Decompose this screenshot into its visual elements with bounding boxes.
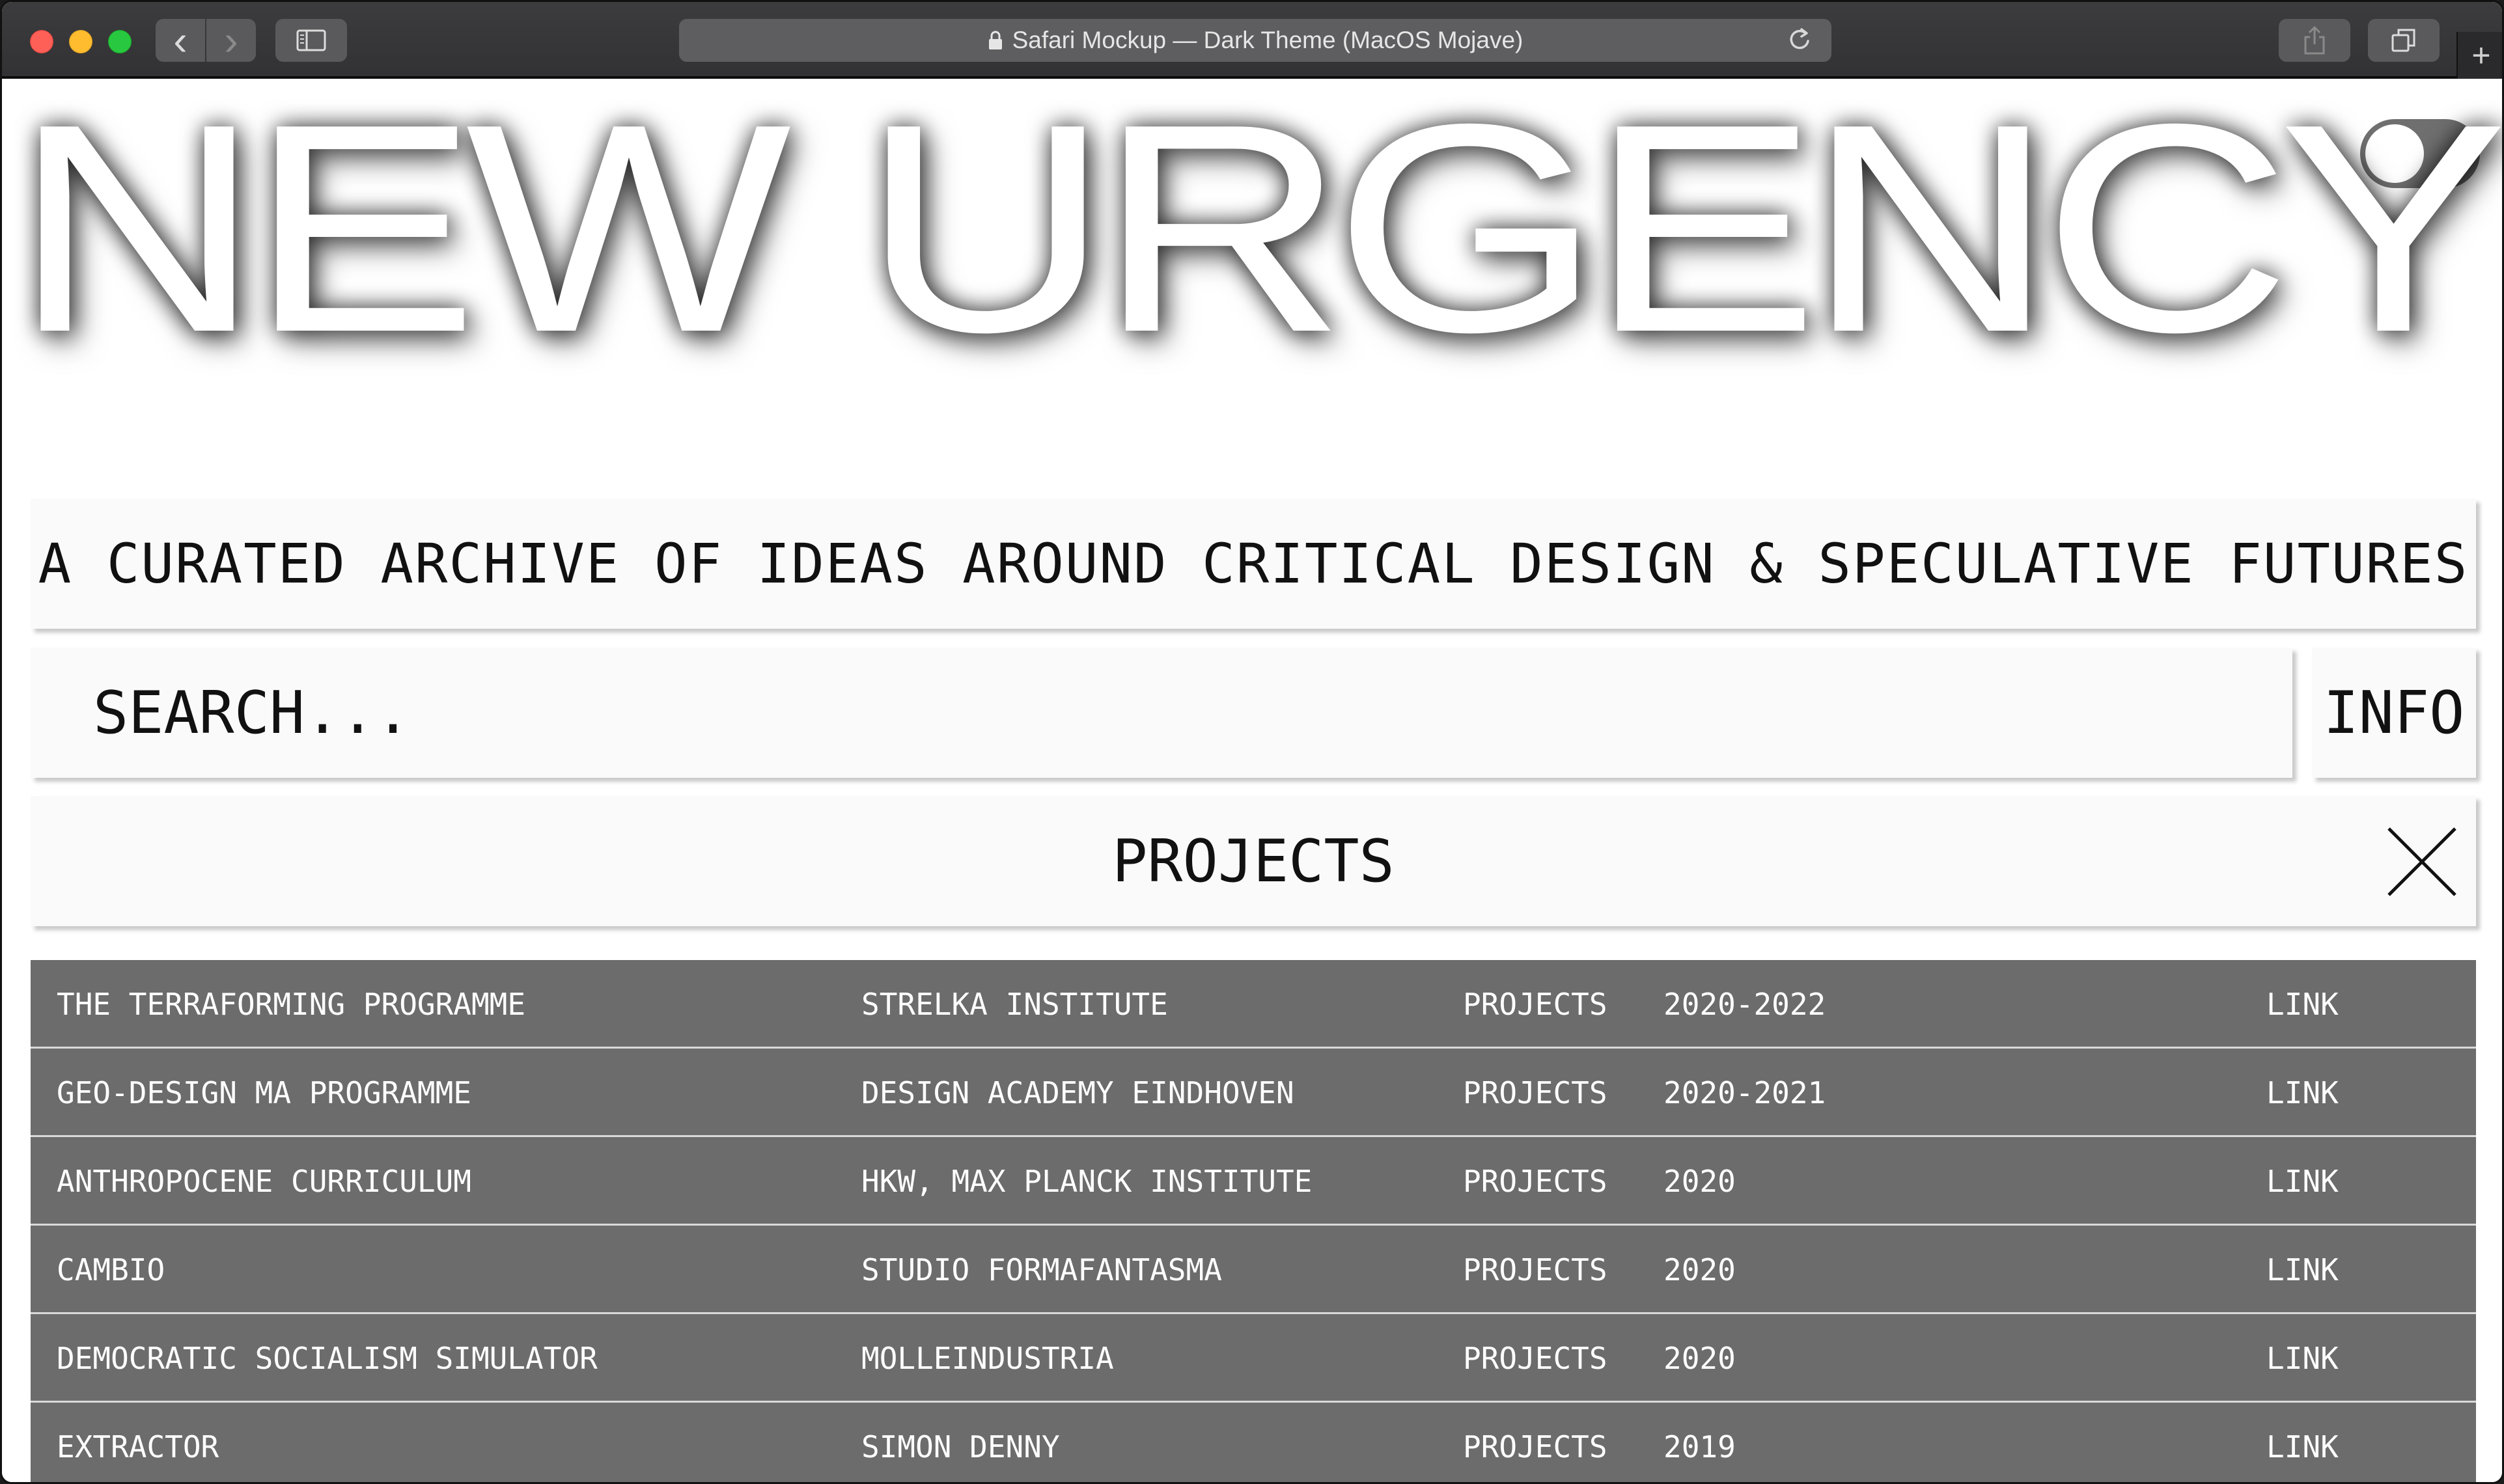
chevron-right-icon: › — [224, 17, 238, 64]
row-author: MOLLEINDUSTRIA — [861, 1341, 1114, 1376]
close-window-button[interactable] — [30, 30, 53, 53]
row-category: PROJECTS — [1463, 1341, 1607, 1376]
row-title: CAMBIO — [57, 1252, 165, 1287]
site-tagline: A CURATED ARCHIVE OF IDEAS AROUND CRITIC… — [31, 499, 2476, 629]
section-title: PROJECTS — [1112, 827, 1395, 896]
row-year: 2020 — [1663, 1164, 1736, 1199]
row-link[interactable]: LINK — [2266, 1314, 2339, 1403]
show-tabs-button[interactable] — [2368, 19, 2440, 62]
zoom-window-button[interactable] — [108, 30, 132, 53]
close-icon[interactable] — [2386, 826, 2458, 898]
sidebar-toggle-button[interactable] — [275, 19, 347, 62]
row-category: PROJECTS — [1463, 1164, 1607, 1199]
row-title: EXTRACTOR — [57, 1429, 219, 1464]
row-link[interactable]: LINK — [2266, 1226, 2339, 1314]
search-input[interactable] — [31, 648, 2292, 778]
chevron-left-icon: ‹ — [173, 17, 188, 64]
section-header: PROJECTS — [31, 796, 2476, 926]
row-link[interactable]: LINK — [2266, 1049, 2339, 1137]
share-icon — [2304, 25, 2325, 55]
row-title: GEO-DESIGN MA PROGRAMME — [57, 1075, 471, 1110]
table-row[interactable]: EXTRACTOR SIMON DENNY PROJECTS 2019 LINK — [31, 1403, 2476, 1482]
row-author: SIMON DENNY — [861, 1429, 1060, 1464]
page-content: NEW URGENCY A CURATED ARCHIVE OF IDEAS A… — [2, 62, 2502, 1482]
browser-window: ‹ › Safari Mockup — Dark Theme (MacOS Mo… — [0, 0, 2504, 1484]
project-list: THE TERRAFORMING PROGRAMME STRELKA INSTI… — [31, 960, 2476, 1482]
row-year: 2020-2022 — [1663, 987, 1826, 1022]
table-row[interactable]: THE TERRAFORMING PROGRAMME STRELKA INSTI… — [31, 960, 2476, 1049]
row-category: PROJECTS — [1463, 1252, 1607, 1287]
row-category: PROJECTS — [1463, 1429, 1607, 1464]
table-row[interactable]: CAMBIO STUDIO FORMAFANTASMA PROJECTS 202… — [31, 1226, 2476, 1314]
reload-icon[interactable] — [1787, 25, 1813, 54]
info-button[interactable]: INFO — [2312, 648, 2476, 778]
row-title: DEMOCRATIC SOCIALISM SIMULATOR — [57, 1341, 598, 1376]
row-link[interactable]: LINK — [2266, 1403, 2339, 1482]
row-year: 2020 — [1663, 1341, 1736, 1376]
table-row[interactable]: GEO-DESIGN MA PROGRAMME DESIGN ACADEMY E… — [31, 1049, 2476, 1137]
row-link[interactable]: LINK — [2266, 960, 2339, 1049]
address-text: Safari Mockup — Dark Theme (MacOS Mojave… — [1012, 27, 1523, 53]
row-author: STUDIO FORMAFANTASMA — [861, 1252, 1222, 1287]
lock-icon — [988, 31, 1002, 49]
row-title: THE TERRAFORMING PROGRAMME — [57, 987, 526, 1022]
row-year: 2020-2021 — [1663, 1075, 1826, 1110]
row-title: ANTHROPOCENE CURRICULUM — [57, 1164, 471, 1199]
row-category: PROJECTS — [1463, 1075, 1607, 1110]
forward-button[interactable]: › — [206, 19, 256, 62]
row-year: 2020 — [1663, 1252, 1736, 1287]
table-row[interactable]: ANTHROPOCENE CURRICULUM HKW, MAX PLANCK … — [31, 1137, 2476, 1226]
share-button[interactable] — [2279, 19, 2350, 62]
row-author: STRELKA INSTITUTE — [861, 987, 1168, 1022]
back-button[interactable]: ‹ — [156, 19, 205, 62]
row-category: PROJECTS — [1463, 987, 1607, 1022]
row-author: HKW, MAX PLANCK INSTITUTE — [861, 1164, 1313, 1199]
tabs-icon — [2391, 29, 2415, 52]
address-bar[interactable]: Safari Mockup — Dark Theme (MacOS Mojave… — [679, 19, 1831, 62]
row-author: DESIGN ACADEMY EINDHOVEN — [861, 1075, 1294, 1110]
row-year: 2019 — [1663, 1429, 1736, 1464]
sidebar-icon — [296, 29, 326, 51]
table-row[interactable]: DEMOCRATIC SOCIALISM SIMULATOR MOLLEINDU… — [31, 1314, 2476, 1403]
row-link[interactable]: LINK — [2266, 1137, 2339, 1226]
site-title: NEW URGENCY — [12, 62, 2502, 394]
minimize-window-button[interactable] — [69, 30, 92, 53]
